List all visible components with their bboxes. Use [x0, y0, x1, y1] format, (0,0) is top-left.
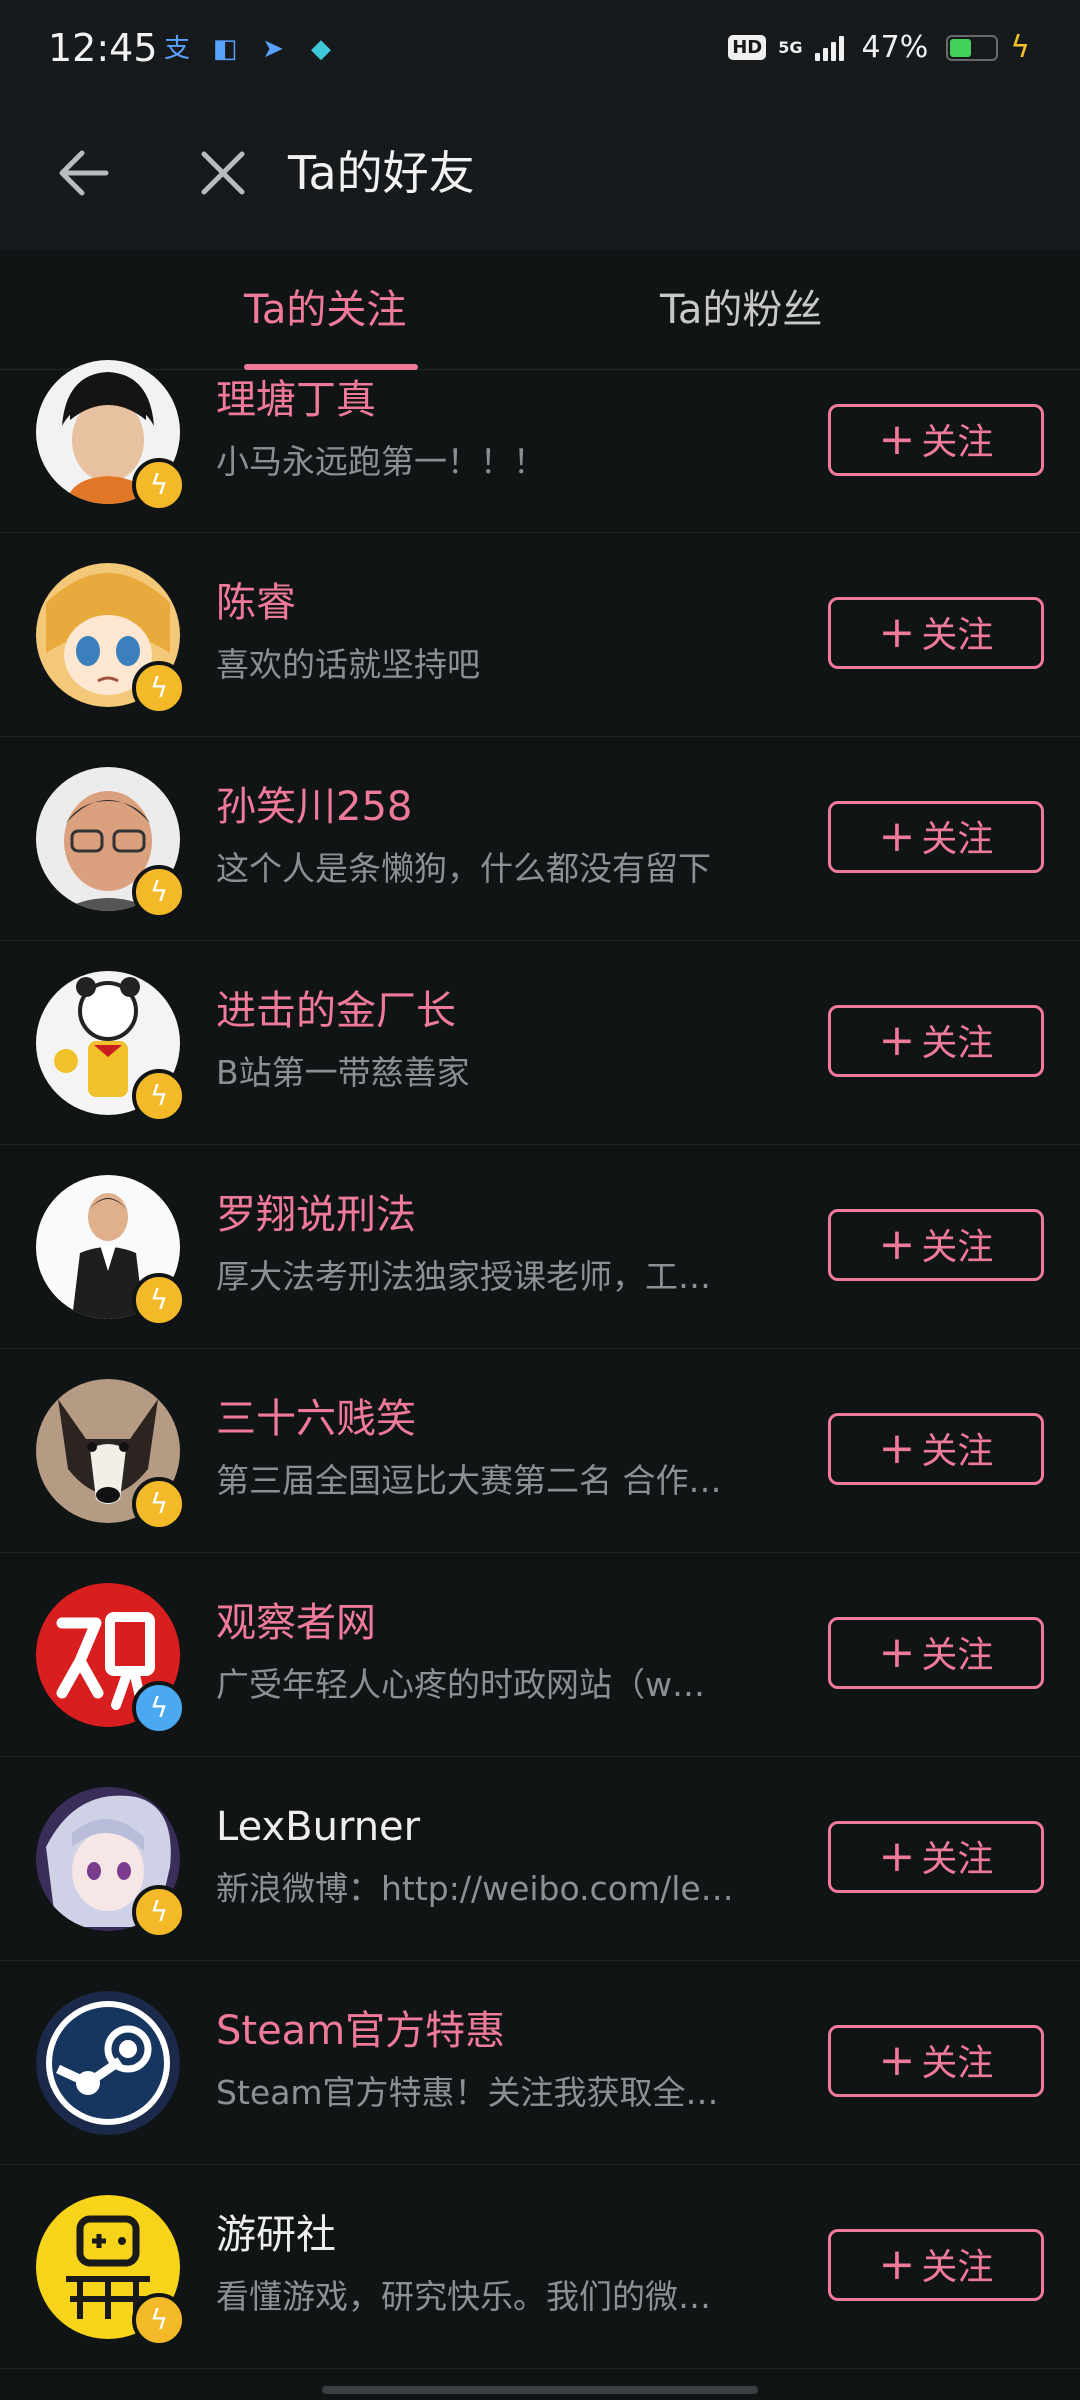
- follow-button[interactable]: + 关注: [828, 801, 1044, 873]
- user-name[interactable]: LexBurner: [216, 1799, 420, 1855]
- user-description: 第三届全国逗比大赛第二名 合作…: [216, 1461, 722, 1500]
- list-item[interactable]: ϟ 三十六贱笑 第三届全国逗比大赛第二名 合作… + 关注: [0, 1349, 1080, 1553]
- plus-icon: +: [878, 1015, 916, 1066]
- shield-app-icon: ◆: [311, 34, 331, 64]
- plus-icon: +: [878, 2239, 916, 2290]
- notification-icons: 支 ◧ ➤ ◆: [160, 32, 338, 66]
- list-item[interactable]: ϟ 观察者网 广受年轻人心疼的时政网站（w… + 关注: [0, 1553, 1080, 1757]
- follow-button[interactable]: + 关注: [828, 2025, 1044, 2097]
- alipay-icon: 支: [163, 34, 190, 64]
- follow-button[interactable]: + 关注: [828, 1005, 1044, 1077]
- lightning-badge-icon: ϟ: [132, 1477, 186, 1531]
- follow-label: 关注: [921, 1635, 994, 1676]
- lightning-badge-icon: ϟ: [132, 458, 186, 512]
- user-description: 新浪微博：http://weibo.com/le…: [216, 1869, 734, 1908]
- signal-icon: [814, 35, 844, 61]
- status-right: HD 5G 47% ϟ: [728, 30, 1030, 65]
- follow-label: 关注: [921, 1023, 994, 1064]
- plus-icon: +: [878, 1423, 916, 1474]
- user-name[interactable]: 三十六贱笑: [216, 1391, 416, 1447]
- follow-button[interactable]: + 关注: [828, 2229, 1044, 2301]
- list-item[interactable]: ϟ 孙笑川258 这个人是条懒狗，什么都没有留下 + 关注: [0, 737, 1080, 941]
- status-time: 12:45: [48, 26, 158, 70]
- plus-icon: +: [878, 414, 916, 465]
- follow-button[interactable]: + 关注: [828, 1617, 1044, 1689]
- user-description: 这个人是条懒狗，什么都没有留下: [216, 849, 711, 888]
- following-list: ϟ 理塘丁真 小马永远跑第一！！！ + 关注 ϟ 陈睿 喜欢的话就坚持吧 + 关注: [0, 360, 1080, 2369]
- plus-icon: +: [878, 2035, 916, 2086]
- back-arrow-icon: [59, 150, 109, 196]
- plus-icon: +: [878, 811, 916, 862]
- page-title: Ta的好友: [288, 146, 475, 200]
- follow-button[interactable]: + 关注: [828, 1413, 1044, 1485]
- lightning-badge-icon: ϟ: [132, 661, 186, 715]
- follow-button[interactable]: + 关注: [828, 597, 1044, 669]
- user-description: 小马永远跑第一！！！: [216, 442, 546, 481]
- user-description: B站第一带慈善家: [216, 1053, 470, 1092]
- home-indicator[interactable]: [322, 2386, 758, 2394]
- lightning-badge-icon: ϟ: [132, 1069, 186, 1123]
- user-name[interactable]: 孙笑川258: [216, 779, 412, 835]
- plus-icon: +: [878, 1831, 916, 1882]
- status-bar: 12:45 支 ◧ ➤ ◆ HD 5G 47% ϟ: [0, 0, 1080, 100]
- network-type: 5G: [778, 38, 803, 57]
- telegram-icon: ➤: [262, 34, 284, 64]
- tab-bar: Ta的关注 Ta的粉丝: [0, 250, 1080, 370]
- follow-label: 关注: [921, 422, 994, 463]
- lightning-badge-icon: ϟ: [132, 865, 186, 919]
- user-name[interactable]: 理塘丁真: [216, 372, 376, 428]
- follow-label: 关注: [921, 1839, 994, 1880]
- list-item[interactable]: ϟ 陈睿 喜欢的话就坚持吧 + 关注: [0, 533, 1080, 737]
- hd-icon: HD: [728, 35, 767, 60]
- battery-icon: [946, 34, 999, 61]
- follow-button[interactable]: + 关注: [828, 404, 1044, 476]
- follow-label: 关注: [921, 1431, 994, 1472]
- follow-label: 关注: [921, 2247, 994, 2288]
- user-description: 广受年轻人心疼的时政网站（w…: [216, 1665, 705, 1704]
- user-name[interactable]: 进击的金厂长: [216, 983, 456, 1039]
- user-name[interactable]: 陈睿: [216, 575, 296, 631]
- app-notification-icon: ◧: [212, 34, 238, 64]
- plus-icon: +: [878, 607, 916, 658]
- header: Ta的好友: [0, 100, 1080, 250]
- list-item[interactable]: ϟ 游研社 看懂游戏，研究快乐。我们的微… + 关注: [0, 2165, 1080, 2369]
- close-button[interactable]: [188, 138, 258, 208]
- user-name[interactable]: 罗翔说刑法: [216, 1187, 416, 1243]
- follow-button[interactable]: + 关注: [828, 1209, 1044, 1281]
- plus-icon: +: [878, 1627, 916, 1678]
- lightning-badge-icon: ϟ: [132, 1681, 186, 1735]
- list-item[interactable]: Steam官方特惠 Steam官方特惠！关注我获取全… + 关注: [0, 1961, 1080, 2165]
- list-item[interactable]: ϟ 理塘丁真 小马永远跑第一！！！ + 关注: [0, 360, 1080, 533]
- list-item[interactable]: ϟ LexBurner 新浪微博：http://weibo.com/le… + 关…: [0, 1757, 1080, 1961]
- user-name[interactable]: 观察者网: [216, 1595, 376, 1651]
- follow-label: 关注: [921, 615, 994, 656]
- follow-button[interactable]: + 关注: [828, 1821, 1044, 1893]
- user-name[interactable]: Steam官方特惠: [216, 2003, 505, 2059]
- list-item[interactable]: ϟ 罗翔说刑法 厚大法考刑法独家授课老师，工… + 关注: [0, 1145, 1080, 1349]
- user-description: Steam官方特惠！关注我获取全…: [216, 2073, 719, 2112]
- plus-icon: +: [878, 1219, 916, 1270]
- tab-fans[interactable]: Ta的粉丝: [660, 280, 822, 340]
- avatar[interactable]: [36, 1991, 180, 2135]
- lightning-badge-icon: ϟ: [132, 1885, 186, 1939]
- battery-percent: 47%: [861, 30, 929, 65]
- user-description: 厚大法考刑法独家授课老师，工…: [216, 1257, 711, 1296]
- follow-label: 关注: [921, 2043, 994, 2084]
- close-icon: [201, 151, 245, 195]
- back-button[interactable]: [50, 138, 120, 208]
- user-description: 喜欢的话就坚持吧: [216, 645, 480, 684]
- list-item[interactable]: ϟ 进击的金厂长 B站第一带慈善家 + 关注: [0, 941, 1080, 1145]
- user-name[interactable]: 游研社: [216, 2207, 336, 2263]
- user-description: 看懂游戏，研究快乐。我们的微…: [216, 2277, 711, 2316]
- follow-label: 关注: [921, 1227, 994, 1268]
- lightning-badge-icon: ϟ: [132, 1273, 186, 1327]
- follow-label: 关注: [921, 819, 994, 860]
- lightning-badge-icon: ϟ: [132, 2293, 186, 2347]
- tab-following[interactable]: Ta的关注: [244, 280, 406, 340]
- charging-icon: ϟ: [1010, 30, 1030, 65]
